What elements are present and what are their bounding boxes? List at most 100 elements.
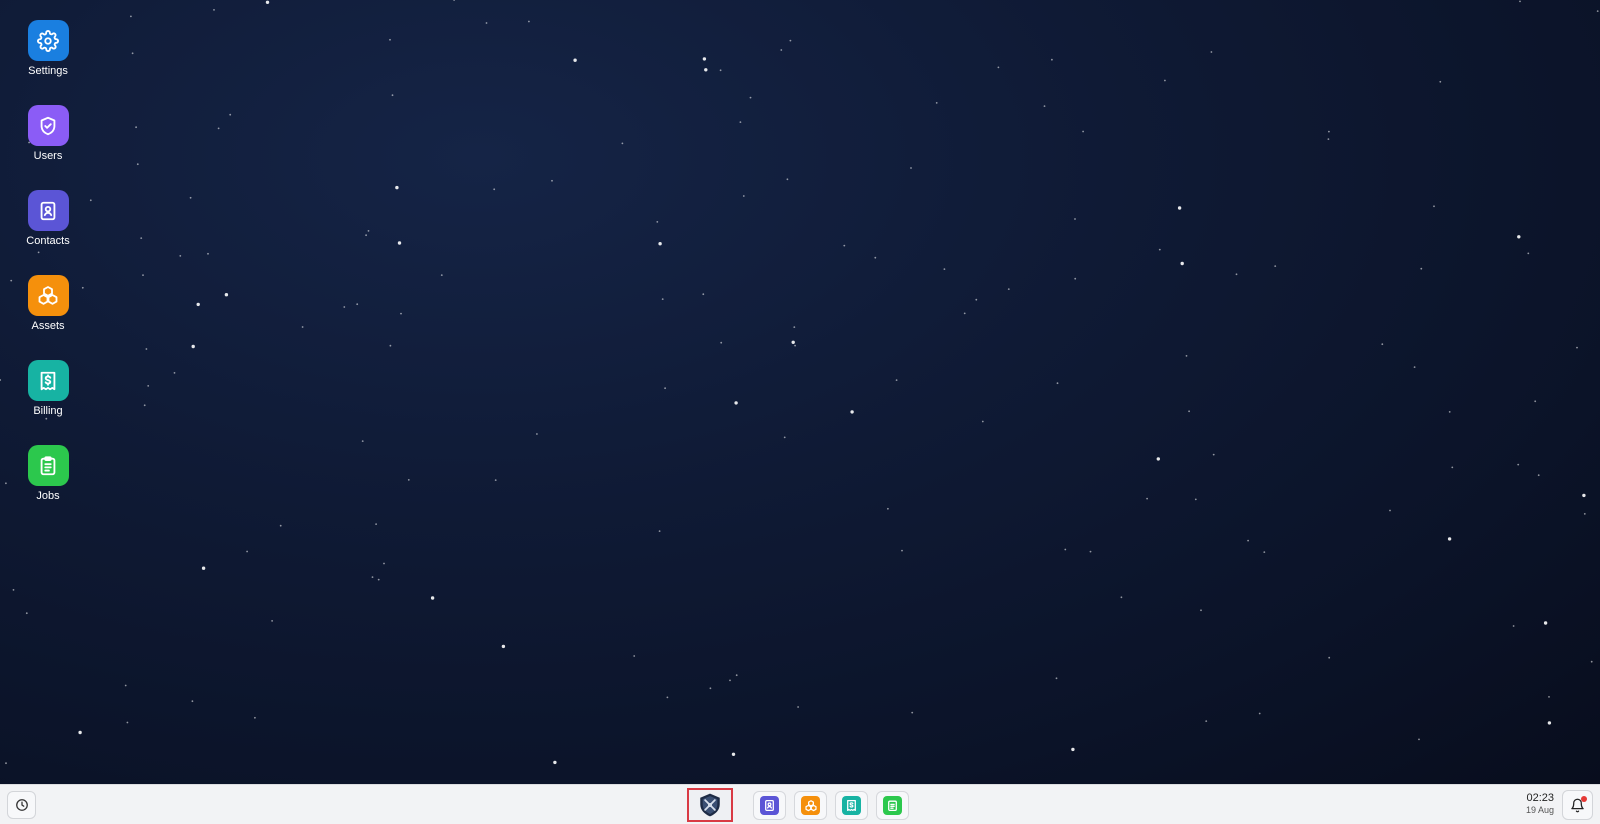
shield-check-icon xyxy=(27,105,69,146)
contact-book-icon xyxy=(27,190,69,231)
star xyxy=(142,274,144,276)
star xyxy=(1120,596,1123,599)
notifications-button[interactable] xyxy=(1562,790,1593,820)
star xyxy=(1082,130,1084,133)
star xyxy=(217,127,220,130)
star xyxy=(1247,539,1249,542)
star xyxy=(633,655,636,657)
clock-time: 02:23 xyxy=(1526,792,1554,804)
star xyxy=(131,52,134,55)
desktop-icon-contacts[interactable]: Contacts xyxy=(18,190,78,247)
star xyxy=(843,244,846,247)
desktop-icon-assets[interactable]: Assets xyxy=(18,275,78,332)
star xyxy=(81,286,84,289)
star xyxy=(5,482,7,485)
star xyxy=(1164,79,1166,82)
star xyxy=(453,0,455,1)
star xyxy=(189,196,192,199)
star xyxy=(656,221,659,223)
star xyxy=(749,96,752,99)
desktop-icon-users[interactable]: Users xyxy=(18,105,78,162)
star xyxy=(709,687,712,690)
taskbar-pin-jobs[interactable] xyxy=(876,791,909,820)
star xyxy=(229,113,232,116)
star xyxy=(173,372,176,374)
desktop-icon-label: Jobs xyxy=(36,490,60,502)
desktop-wallpaper: Settings Users Contacts Assets Billing J… xyxy=(0,0,1600,784)
star xyxy=(143,404,146,407)
star xyxy=(664,387,666,390)
star xyxy=(901,549,903,552)
star xyxy=(389,344,392,347)
star xyxy=(1210,51,1213,53)
star xyxy=(935,102,938,104)
star xyxy=(207,252,209,255)
star xyxy=(1212,453,1215,456)
desktop-icon-jobs[interactable]: Jobs xyxy=(18,445,78,502)
star xyxy=(1089,550,1092,553)
history-button[interactable] xyxy=(7,791,36,819)
taskbar-pin-assets[interactable] xyxy=(794,791,827,820)
star xyxy=(1188,410,1190,413)
star xyxy=(997,66,1000,69)
star xyxy=(1413,366,1416,368)
star xyxy=(135,126,138,129)
star xyxy=(1205,720,1208,722)
star xyxy=(191,700,194,703)
star xyxy=(1263,551,1266,553)
desktop-icon-billing[interactable]: Billing xyxy=(18,360,78,417)
taskbar-clock[interactable]: 02:23 19 Aug xyxy=(1526,792,1554,816)
star xyxy=(1527,252,1530,255)
star xyxy=(45,417,48,420)
star xyxy=(1327,138,1330,141)
star xyxy=(1582,493,1586,498)
star xyxy=(0,379,2,381)
star xyxy=(911,711,914,714)
star xyxy=(1051,58,1053,61)
desktop-icon-settings[interactable]: Settings xyxy=(18,20,78,77)
star xyxy=(1200,609,1202,612)
contact-book-icon xyxy=(760,796,779,815)
star xyxy=(301,326,304,328)
gear-icon xyxy=(27,20,69,61)
star xyxy=(1258,712,1261,715)
star xyxy=(254,716,256,719)
star xyxy=(1328,656,1331,659)
taskbar-pin-contacts[interactable] xyxy=(753,791,786,820)
star xyxy=(1537,474,1540,477)
star xyxy=(621,142,624,145)
desktop-icon-label: Assets xyxy=(31,320,65,332)
start-button[interactable] xyxy=(687,788,733,822)
star xyxy=(179,255,182,257)
star xyxy=(493,188,496,191)
star xyxy=(720,341,723,344)
star xyxy=(136,163,139,166)
cubes-icon xyxy=(27,275,69,316)
star xyxy=(1056,382,1059,385)
star xyxy=(1548,696,1550,698)
star xyxy=(1447,537,1452,541)
star xyxy=(5,762,7,765)
taskbar-pin-billing[interactable] xyxy=(835,791,868,820)
star xyxy=(494,479,497,481)
star xyxy=(213,9,215,11)
star xyxy=(702,57,707,61)
star xyxy=(1512,625,1515,627)
star xyxy=(1590,660,1593,663)
star xyxy=(12,589,15,591)
star xyxy=(130,15,132,18)
star xyxy=(1235,273,1238,276)
clipboard-icon xyxy=(27,445,69,486)
star xyxy=(375,523,377,525)
star xyxy=(367,230,370,232)
star xyxy=(246,550,249,553)
star xyxy=(78,730,82,735)
star xyxy=(735,674,738,677)
star xyxy=(265,0,270,4)
star xyxy=(1194,498,1197,501)
star xyxy=(573,58,577,62)
clock-history-icon xyxy=(15,799,28,811)
star xyxy=(196,302,200,307)
star xyxy=(1420,267,1423,270)
star xyxy=(1043,105,1046,107)
